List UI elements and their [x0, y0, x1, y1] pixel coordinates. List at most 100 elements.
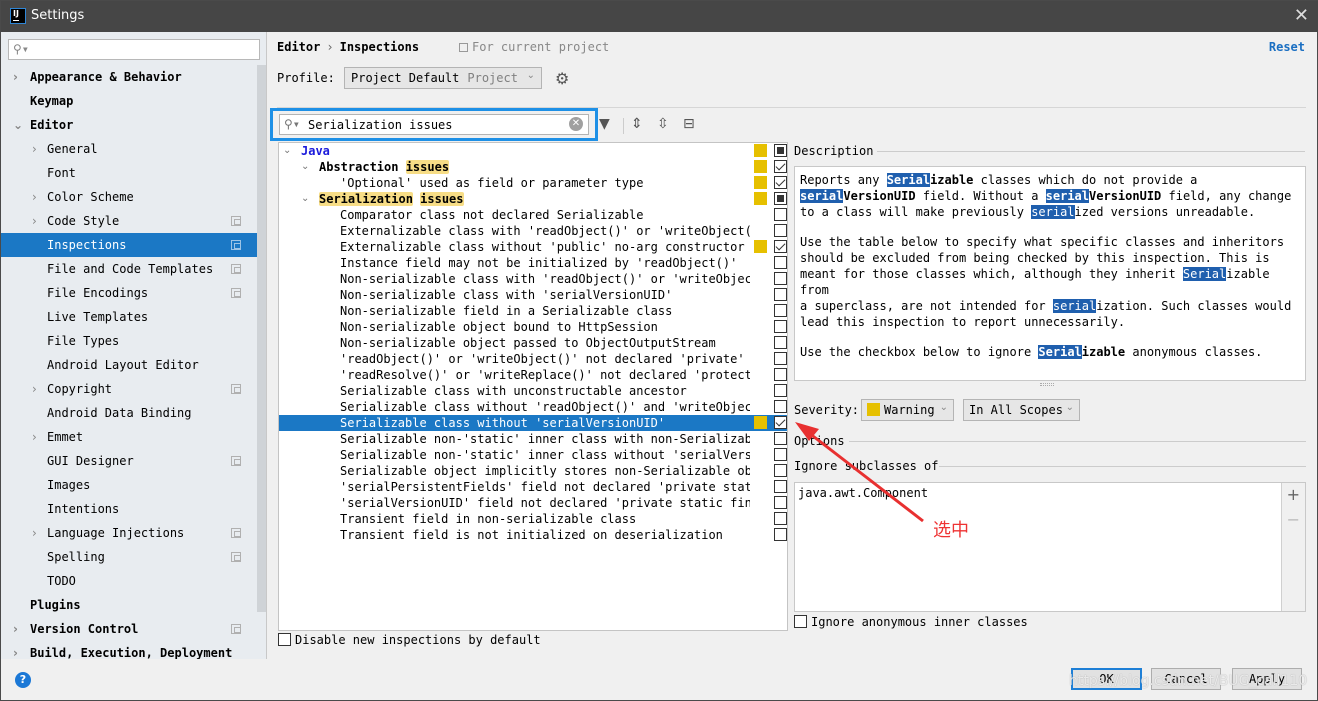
inspection-enabled-checkbox[interactable] [774, 400, 787, 413]
inspection-row[interactable]: Transient field is not initialized on de… [279, 527, 787, 543]
reset-to-default-icon[interactable]: ⊟ [683, 116, 695, 132]
inspection-enabled-checkbox[interactable] [774, 416, 787, 429]
inspection-enabled-checkbox[interactable] [774, 224, 787, 237]
inspection-row[interactable]: Instance field may not be initialized by… [279, 255, 787, 271]
sidebar-item[interactable]: File and Code Templates [1, 257, 257, 281]
inspection-enabled-checkbox[interactable] [774, 512, 787, 525]
ignore-anonymous-option[interactable]: Ignore anonymous inner classes [794, 615, 1028, 629]
chevron-right-icon[interactable]: › [32, 209, 37, 233]
list-item[interactable]: java.awt.Component [798, 486, 928, 500]
add-icon[interactable]: + [1287, 485, 1300, 504]
ignore-anonymous-checkbox[interactable] [794, 615, 807, 628]
cancel-button[interactable]: Cancel [1151, 668, 1221, 690]
settings-search-input[interactable]: ⚲▾ [8, 39, 260, 60]
sidebar-item[interactable]: › Appearance & Behavior [1, 65, 257, 89]
chevron-right-icon[interactable]: › [32, 137, 37, 161]
expand-all-icon[interactable]: ⇕ [631, 116, 643, 132]
inspection-row[interactable]: 'readResolve()' or 'writeReplace()' not … [279, 367, 787, 383]
inspection-group-row[interactable]: ⌄ Java [279, 143, 787, 159]
inspection-enabled-checkbox[interactable] [774, 240, 787, 253]
sidebar-item[interactable]: › General [1, 137, 257, 161]
inspection-row[interactable]: 'readObject()' or 'writeObject()' not de… [279, 351, 787, 367]
inspection-group-row[interactable]: ⌄ Serialization issues [279, 191, 787, 207]
collapse-all-icon[interactable]: ⇳ [657, 116, 669, 132]
inspection-enabled-checkbox[interactable] [774, 528, 787, 541]
inspection-enabled-checkbox[interactable] [774, 432, 787, 445]
inspection-row[interactable]: 'serialVersionUID' field not declared 'p… [279, 495, 787, 511]
chevron-right-icon[interactable]: › [13, 617, 18, 641]
inspection-row[interactable]: 'serialPersistentFields' field not decla… [279, 479, 787, 495]
chevron-down-icon[interactable]: ⌄ [283, 143, 291, 159]
chevron-right-icon[interactable]: › [32, 185, 37, 209]
sidebar-item[interactable]: Android Layout Editor [1, 353, 257, 377]
inspection-enabled-checkbox[interactable] [774, 272, 787, 285]
chevron-down-icon[interactable]: ⌄ [301, 159, 309, 175]
sidebar-item[interactable]: Intentions [1, 497, 257, 521]
inspection-row[interactable]: Serializable object implicitly stores no… [279, 463, 787, 479]
inspection-enabled-checkbox[interactable] [774, 368, 787, 381]
sidebar-item[interactable]: Keymap [1, 89, 257, 113]
gear-icon[interactable]: ⚙ [555, 69, 569, 88]
profile-dropdown[interactable]: Project Default Project ⌄ [344, 67, 542, 89]
chevron-right-icon[interactable]: › [32, 377, 37, 401]
sidebar-item[interactable]: › Color Scheme [1, 185, 257, 209]
severity-dropdown[interactable]: Warning ⌄ [861, 399, 954, 421]
inspection-enabled-checkbox[interactable] [774, 336, 787, 349]
inspection-enabled-checkbox[interactable] [774, 320, 787, 333]
inspection-enabled-checkbox[interactable] [774, 352, 787, 365]
disable-new-checkbox[interactable] [278, 633, 291, 646]
splitter-handle[interactable] [1040, 383, 1054, 386]
filter-icon[interactable]: ▼ [599, 116, 610, 132]
reset-link[interactable]: Reset [1269, 40, 1305, 54]
sidebar-item[interactable]: ⌄ Editor [1, 113, 257, 137]
inspection-group-row[interactable]: ⌄ Abstraction issues [279, 159, 787, 175]
inspection-enabled-checkbox[interactable] [774, 208, 787, 221]
sidebar-item[interactable]: Inspections [1, 233, 257, 257]
sidebar-item[interactable]: › Version Control [1, 617, 257, 641]
sidebar-item[interactable]: › Language Injections [1, 521, 257, 545]
sidebar-item[interactable]: › Emmet [1, 425, 257, 449]
inspection-row[interactable]: Serializable non-'static' inner class wi… [279, 447, 787, 463]
inspection-row[interactable]: Externalizable class with 'readObject()'… [279, 223, 787, 239]
inspection-row[interactable]: Serializable class with unconstructable … [279, 383, 787, 399]
inspection-row[interactable]: Serializable class without 'readObject()… [279, 399, 787, 415]
sidebar-item[interactable]: Font [1, 161, 257, 185]
inspection-enabled-checkbox[interactable] [774, 464, 787, 477]
sidebar-item[interactable]: GUI Designer [1, 449, 257, 473]
close-icon[interactable]: ✕ [1294, 5, 1309, 26]
inspection-enabled-checkbox[interactable] [774, 480, 787, 493]
apply-button[interactable]: Apply [1232, 668, 1302, 690]
inspection-filter-input[interactable]: ⚲▾ Serialization issues ✕ [279, 114, 589, 135]
sidebar-item[interactable]: Plugins [1, 593, 257, 617]
breadcrumb-editor[interactable]: Editor [277, 40, 320, 54]
clear-icon[interactable]: ✕ [569, 117, 583, 131]
chevron-right-icon[interactable]: › [32, 521, 37, 545]
scope-dropdown[interactable]: In All Scopes ⌄ [963, 399, 1080, 421]
sidebar-item[interactable]: › Code Style [1, 209, 257, 233]
chevron-down-icon[interactable]: ⌄ [301, 191, 309, 207]
inspection-enabled-checkbox[interactable] [774, 288, 787, 301]
inspection-row[interactable]: Serializable non-'static' inner class wi… [279, 431, 787, 447]
inspection-row[interactable]: Comparator class not declared Serializab… [279, 207, 787, 223]
sidebar-item[interactable]: Images [1, 473, 257, 497]
sidebar-item[interactable]: File Encodings [1, 281, 257, 305]
inspection-enabled-checkbox[interactable] [774, 384, 787, 397]
inspection-enabled-checkbox[interactable] [774, 144, 787, 157]
inspection-enabled-checkbox[interactable] [774, 448, 787, 461]
inspection-enabled-checkbox[interactable] [774, 496, 787, 509]
inspection-enabled-checkbox[interactable] [774, 256, 787, 269]
sidebar-item[interactable]: › Copyright [1, 377, 257, 401]
sidebar-item[interactable]: Spelling [1, 545, 257, 569]
inspection-row[interactable]: Non-serializable object bound to HttpSes… [279, 319, 787, 335]
inspection-row[interactable]: 'Optional' used as field or parameter ty… [279, 175, 787, 191]
inspection-enabled-checkbox[interactable] [774, 160, 787, 173]
sidebar-item[interactable]: Live Templates [1, 305, 257, 329]
chevron-down-icon[interactable]: ⌄ [13, 113, 23, 137]
remove-icon[interactable]: − [1287, 510, 1300, 529]
disable-new-inspections[interactable]: Disable new inspections by default [278, 633, 541, 647]
inspection-row[interactable]: Non-serializable field in a Serializable… [279, 303, 787, 319]
chevron-right-icon[interactable]: › [13, 65, 18, 89]
inspection-row[interactable]: Non-serializable class with 'serialVersi… [279, 287, 787, 303]
inspection-enabled-checkbox[interactable] [774, 304, 787, 317]
inspection-row[interactable]: Transient field in non-serializable clas… [279, 511, 787, 527]
